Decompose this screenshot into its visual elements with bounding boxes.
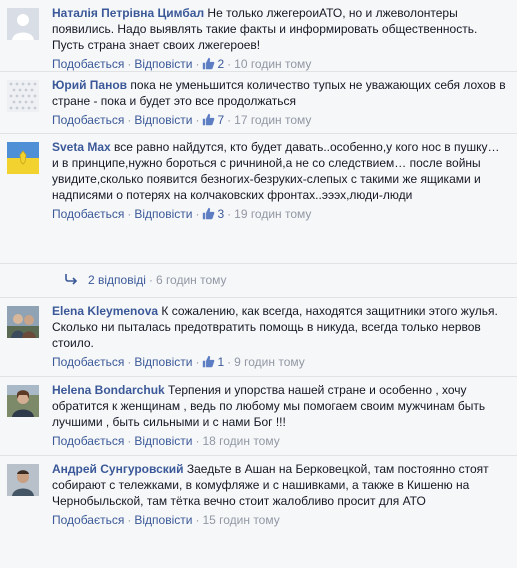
comment-author[interactable]: Helena Bondarchuk (52, 383, 165, 397)
separator: · (127, 207, 132, 221)
separator: · (195, 207, 200, 221)
comment-body: Юрий Панов пока не уменьшится количество… (52, 77, 509, 109)
comment-author[interactable]: Elena Kleymenova (52, 304, 158, 318)
comment-author[interactable]: Наталія Петрівна Цимбал (52, 6, 204, 20)
comment-text: все равно найдутся, кто будет давать..ос… (52, 140, 500, 202)
view-replies-link[interactable]: 2 відповіді (88, 273, 146, 287)
like-count[interactable]: 7 (202, 113, 224, 127)
comment: Юрий Панов пока не уменьшится количество… (0, 72, 517, 134)
comment-actions: Подобається · Відповісти · 3 · 19 годин тому (52, 205, 509, 223)
comment-body: Elena Kleymenova К сожалению, как всегда… (52, 303, 509, 351)
comment-author[interactable]: Юрий Панов (52, 78, 127, 92)
separator: · (127, 513, 132, 527)
replies-time[interactable]: 6 годин тому (156, 273, 227, 287)
comment-time[interactable]: 17 годин тому (234, 113, 311, 127)
like-button[interactable]: Подобається (52, 113, 124, 127)
comment: Elena Kleymenova К сожалению, как всегда… (0, 298, 517, 377)
reply-button[interactable]: Відповісти (134, 355, 192, 369)
reply-button[interactable]: Відповісти (134, 434, 192, 448)
photo-avatar-icon[interactable] (7, 306, 39, 338)
flag-avatar-icon[interactable] (7, 142, 39, 174)
comment-time[interactable]: 18 годин тому (202, 434, 279, 448)
reply-arrow-icon[interactable] (64, 264, 78, 297)
separator: · (195, 355, 200, 369)
separator: · (195, 57, 200, 71)
comment: Андрей Сунгуровский Заедьте в Ашан на Бе… (0, 456, 517, 568)
comment-actions: Подобається · Відповісти · 2 · 10 годин тому (52, 55, 509, 73)
separator: · (127, 434, 132, 448)
like-count[interactable]: 2 (202, 57, 224, 71)
comment-list: Наталія Петрівна Цимбал Не только лжегер… (0, 0, 517, 568)
comment-body: Sveta Max все равно найдутся, кто будет … (52, 139, 509, 203)
comment-actions: Подобається · Відповісти · 18 годин тому (52, 432, 509, 450)
like-count[interactable]: 1 (202, 355, 224, 369)
separator: · (148, 273, 153, 287)
like-button[interactable]: Подобається (52, 57, 124, 71)
like-button[interactable]: Подобається (52, 355, 124, 369)
reply-button[interactable]: Відповісти (134, 57, 192, 71)
comment-time[interactable]: 10 годин тому (234, 57, 311, 71)
thumbs-up-icon (203, 57, 215, 70)
comment-time[interactable]: 19 годин тому (234, 207, 311, 221)
like-count[interactable]: 3 (202, 207, 224, 221)
thumbs-up-icon (203, 355, 215, 368)
comment-author[interactable]: Андрей Сунгуровский (52, 462, 184, 476)
dotted-pattern-avatar-icon[interactable] (7, 80, 39, 112)
replies-summary: 2 відповіді · 6 годин тому (0, 264, 517, 298)
comment: Sveta Max все равно найдутся, кто будет … (0, 134, 517, 264)
separator: · (195, 113, 200, 127)
separator: · (227, 57, 232, 71)
separator: · (227, 113, 232, 127)
comment-body: Наталія Петрівна Цимбал Не только лжегер… (52, 5, 509, 53)
comment: Helena Bondarchuk Терпения и упорства на… (0, 377, 517, 456)
photo-avatar-icon[interactable] (7, 385, 39, 417)
comment-actions: Подобається · Відповісти · 15 годин тому (52, 511, 509, 529)
thumbs-up-icon (203, 113, 215, 126)
comment-time[interactable]: 9 годин тому (234, 355, 305, 369)
separator: · (227, 207, 232, 221)
like-button[interactable]: Подобається (52, 513, 124, 527)
thumbs-up-icon (203, 207, 215, 220)
separator: · (227, 355, 232, 369)
reply-button[interactable]: Відповісти (134, 207, 192, 221)
comment-body: Helena Bondarchuk Терпения и упорства на… (52, 382, 509, 430)
comment-time[interactable]: 15 годин тому (202, 513, 279, 527)
like-button[interactable]: Подобається (52, 434, 124, 448)
separator: · (127, 355, 132, 369)
comment-actions: Подобається · Відповісти · 1 · 9 годин тому (52, 353, 509, 371)
reply-button[interactable]: Відповісти (134, 513, 192, 527)
default-avatar-icon[interactable] (7, 8, 39, 40)
comment: Наталія Петрівна Цимбал Не только лжегер… (0, 0, 517, 72)
comment-actions: Подобається · Відповісти · 7 · 17 годин тому (52, 111, 509, 129)
reply-button[interactable]: Відповісти (134, 113, 192, 127)
comment-author[interactable]: Sveta Max (52, 140, 111, 154)
like-button[interactable]: Подобається (52, 207, 124, 221)
separator: · (127, 57, 132, 71)
separator: · (195, 513, 200, 527)
comment-body: Андрей Сунгуровский Заедьте в Ашан на Бе… (52, 461, 509, 509)
separator: · (195, 434, 200, 448)
photo-avatar-icon[interactable] (7, 464, 39, 496)
separator: · (127, 113, 132, 127)
